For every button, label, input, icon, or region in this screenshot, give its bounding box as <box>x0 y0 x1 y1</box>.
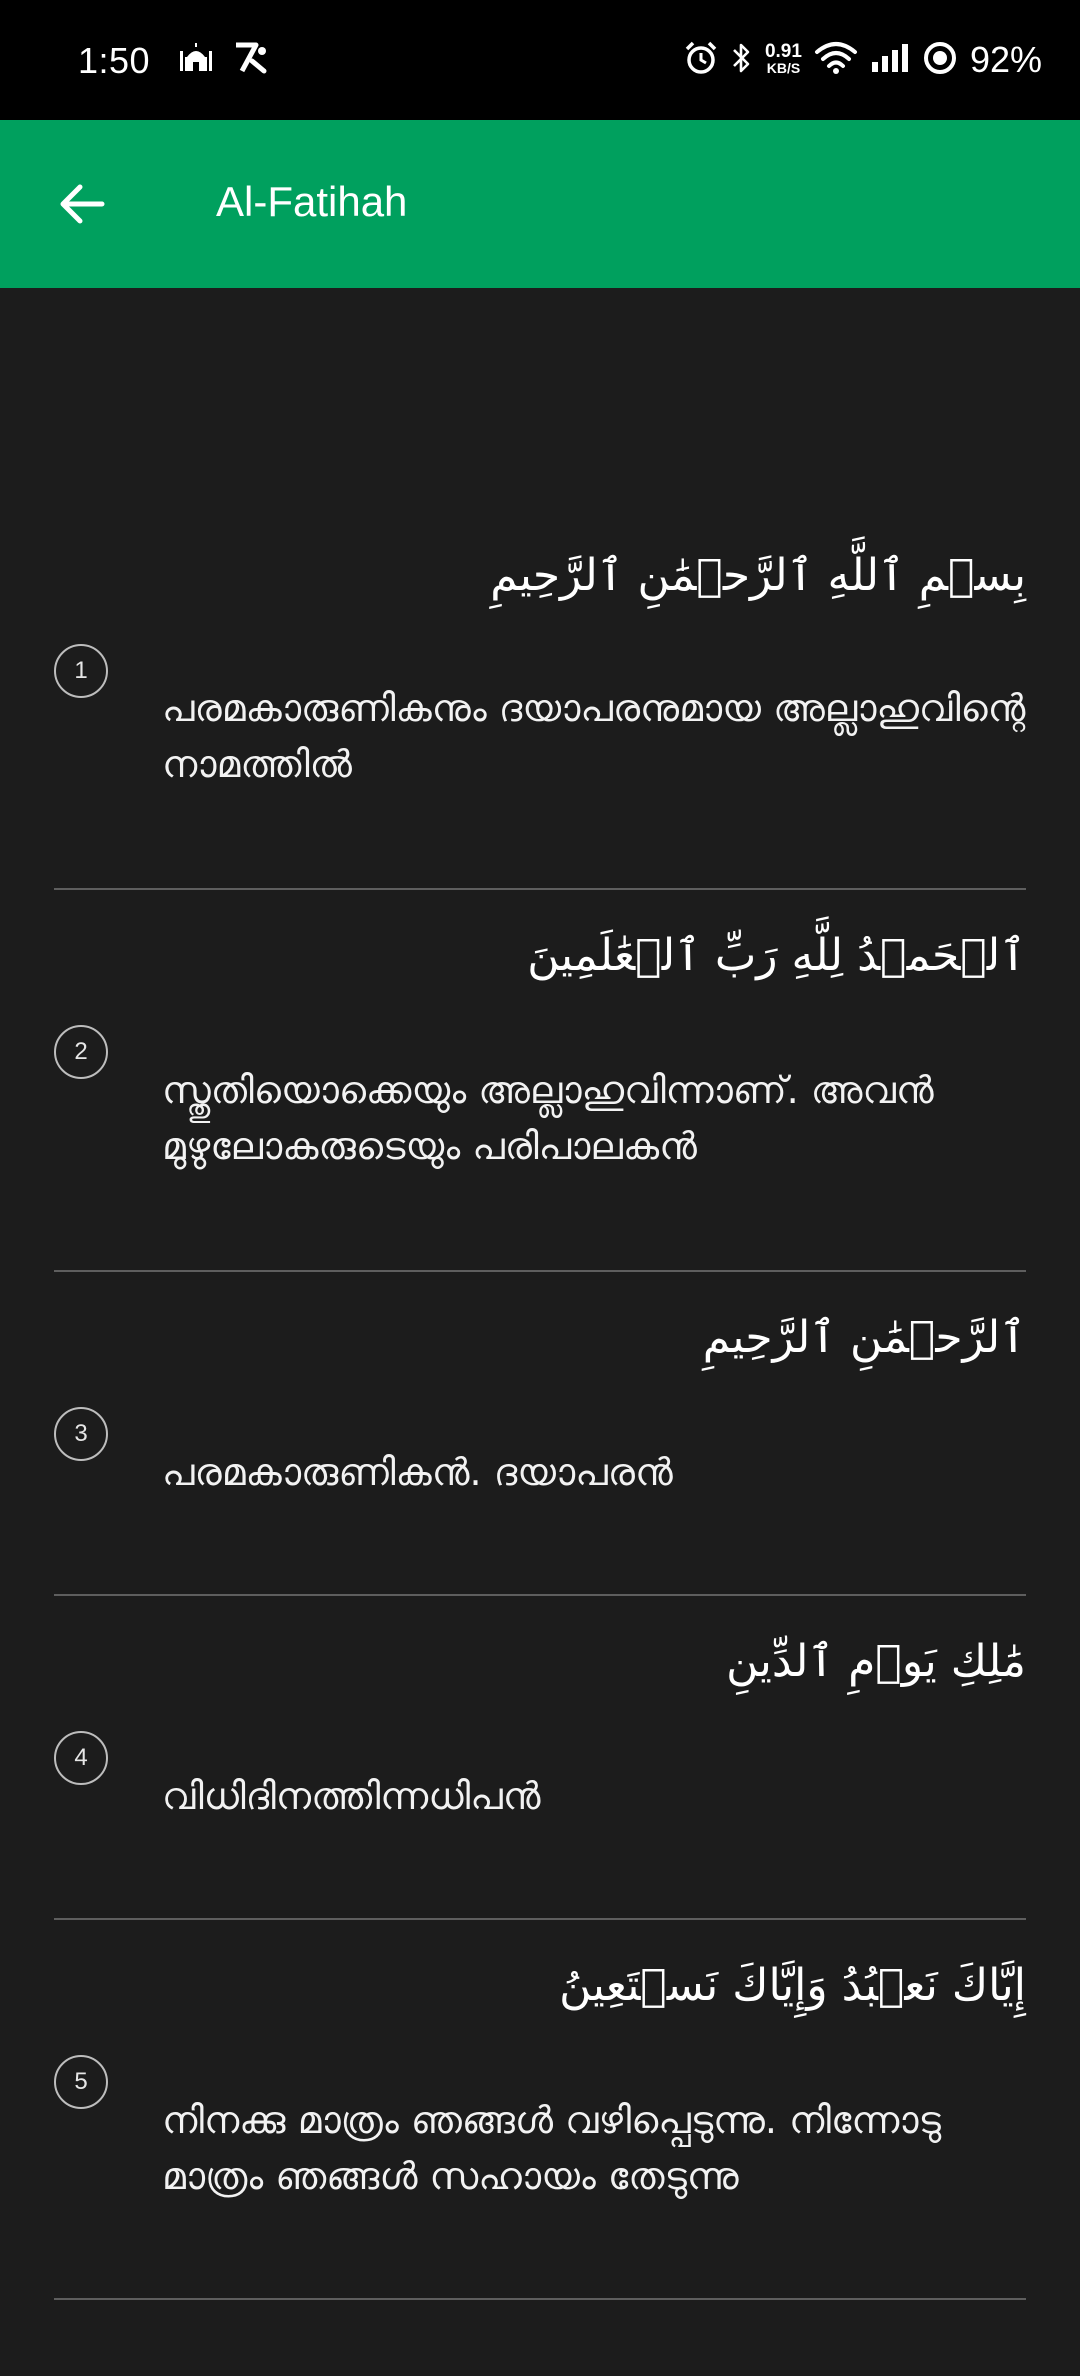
verse-arabic-text: إِيَّاكَ نَعۡبُدُ وَإِيَّاكَ نَسۡتَعِينُ <box>559 1960 1026 2011</box>
back-button[interactable] <box>40 162 124 246</box>
battery-percent: 92% <box>969 39 1042 80</box>
status-system-icons: 0.91 KB/S 92% <box>683 38 1042 82</box>
bluetooth-icon <box>731 40 753 80</box>
verse-content[interactable]: بِسۡمِ ٱللَّهِ ٱلرَّحۡمَٰنِ ٱلرَّحِيمِ 1… <box>0 288 1080 2376</box>
verse-item[interactable]: إِيَّاكَ نَعۡبُدُ وَإِيَّاكَ نَسۡتَعِينُ… <box>54 1920 1026 2300</box>
verse-item[interactable]: بِسۡمِ ٱللَّهِ ٱلرَّحۡمَٰنِ ٱلرَّحِيمِ 1… <box>54 550 1026 890</box>
mosque-icon <box>178 41 214 79</box>
verse-arabic-text: مَٰلِكِ يَوۡمِ ٱلدِّينِ <box>726 1636 1026 1687</box>
verse-number-badge: 3 <box>54 1407 108 1461</box>
verse-item[interactable]: ٱلۡحَمۡدُ لِلَّهِ رَبِّ ٱلۡعَٰلَمِينَ 2 … <box>54 890 1026 1272</box>
verse-translation-text: നിനക്കു മാത്രം ഞങ്ങള്‍ വഴിപ്പെടുന്നു. നി… <box>162 2098 941 2198</box>
verse-item[interactable]: ٱلرَّحۡمَٰنِ ٱلرَّحِيمِ 3 പരമകാരുണികന്‍.… <box>54 1272 1026 1596</box>
network-speed-value: 0.91 <box>764 41 802 62</box>
cell-signal-icon <box>870 40 910 80</box>
status-notification-icons <box>178 42 268 78</box>
verse-number-badge: 4 <box>54 1731 108 1785</box>
verse-translation-text: സ്തുതിയൊക്കെയും അല്ലാഹുവിന്നാണ്. അവന്‍ മ… <box>162 1068 934 1168</box>
verse-arabic-text: ٱلۡحَمۡدُ لِلَّهِ رَبِّ ٱلۡعَٰلَمِينَ <box>527 930 1026 981</box>
verse-list: بِسۡمِ ٱللَّهِ ٱلرَّحۡمَٰنِ ٱلرَّحِيمِ 1… <box>54 550 1026 2300</box>
battery-ring-icon <box>922 40 958 80</box>
network-speed-unit: KB/S <box>766 60 801 76</box>
alarm-icon <box>683 40 719 80</box>
status-time: 1:50 <box>78 40 151 81</box>
verse-arabic-text: بِسۡمِ ٱللَّهِ ٱلرَّحۡمَٰنِ ٱلرَّحِيمِ <box>490 550 1026 601</box>
verse-number-badge: 1 <box>54 644 108 698</box>
verse-translation-text: പരമകാരുണികനും ദയാപരനുമായ അല്ലാഹുവിന്റെ ന… <box>162 686 1026 786</box>
verse-translation-text: പരമകാരുണികന്‍. ദയാപരന്‍ <box>162 1450 673 1494</box>
arrow-back-icon <box>60 184 105 224</box>
verse-number-badge: 2 <box>54 1025 108 1079</box>
app-bar: Al-Fatihah <box>0 120 1080 288</box>
verse-number-badge: 5 <box>54 2055 108 2109</box>
verse-arabic-text: ٱلرَّحۡمَٰنِ ٱلرَّحِيمِ <box>702 1312 1026 1363</box>
page-title: Al-Fatihah <box>216 178 408 225</box>
verse-translation-text: വിധിദിനത്തിന്നധിപന്‍ <box>162 1774 541 1818</box>
wifi-icon <box>814 40 858 80</box>
network-speed: 0.91 KB/S <box>764 41 802 76</box>
app-notification-icon <box>232 41 268 79</box>
status-bar: 1:50 0.91 KB/S 92% <box>0 0 1080 120</box>
verse-item[interactable]: مَٰلِكِ يَوۡمِ ٱلدِّينِ 4 വിധിദിനത്തിന്ന… <box>54 1596 1026 1920</box>
